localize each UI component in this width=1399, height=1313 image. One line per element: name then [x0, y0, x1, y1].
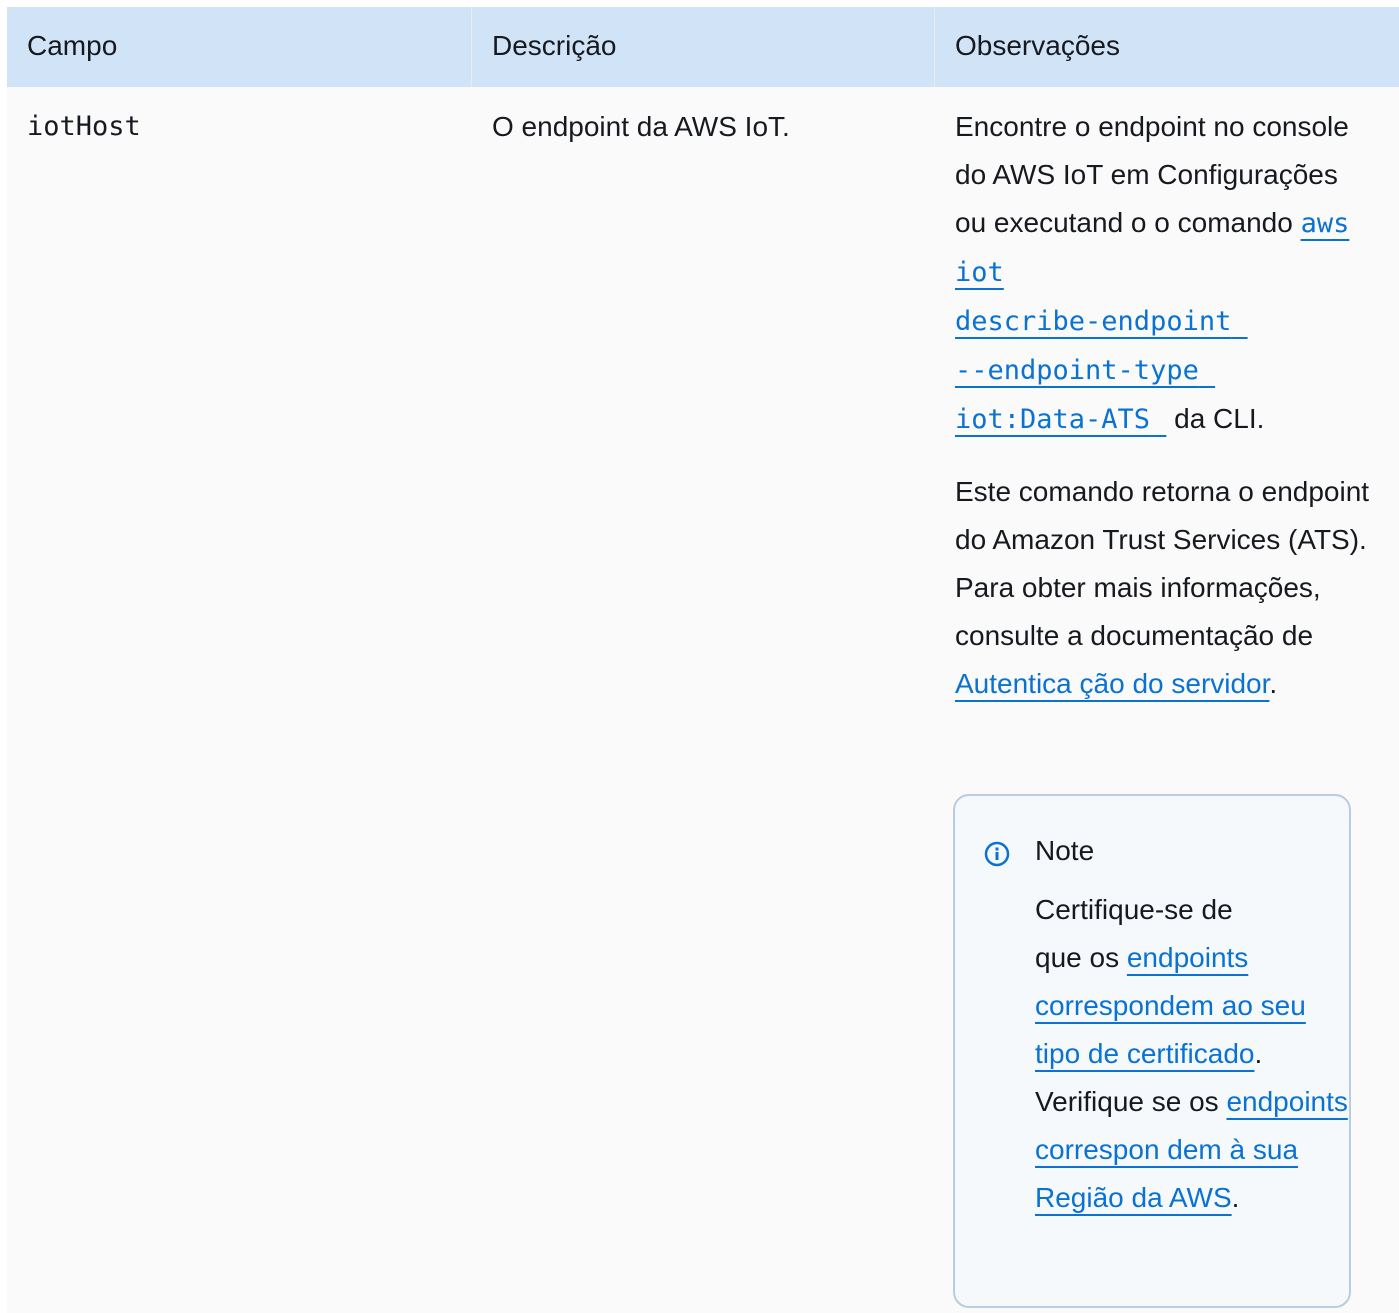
- column-divider: [934, 7, 935, 87]
- header-notes: Observações: [955, 30, 1120, 61]
- notes-p1-prefix: Encontre o endpoint no console do AWS Io…: [955, 111, 1349, 238]
- notes-paragraph-1: Encontre o endpoint no console do AWS Io…: [955, 103, 1375, 444]
- note-end-text: .: [1231, 1182, 1240, 1213]
- notes-paragraph-2: Este comando retorna o endpoint do Amazo…: [955, 468, 1375, 708]
- note-title: Note: [1035, 835, 1095, 866]
- notes-cell: Encontre o endpoint no console do AWS Io…: [955, 103, 1375, 708]
- notes-p2-prefix: Este comando retorna o endpoint do Amazo…: [955, 476, 1370, 651]
- note-callout: Note Certifique-se de que os endpoints c…: [953, 794, 1351, 1308]
- cli-command-link[interactable]: aws iot describe-endpoint --endpoint-type…: [955, 208, 1349, 435]
- field-name-cell: iotHost: [27, 111, 141, 142]
- notes-p2-suffix: .: [1269, 668, 1278, 699]
- info-icon: [984, 841, 1010, 867]
- parameters-table: Campo Descrição Observações iotHost O en…: [7, 7, 1399, 1313]
- header-field: Campo: [27, 30, 118, 61]
- note-line-2-prefix: que os: [1035, 942, 1127, 973]
- table-header-row: Campo Descrição Observações: [7, 7, 1399, 87]
- note-body: Certifique-se de que os endpoints corres…: [1035, 886, 1353, 1222]
- description-cell: O endpoint da AWS IoT.: [492, 111, 790, 142]
- notes-p1-suffix: da CLI.: [1166, 403, 1265, 434]
- note-line-1: Certifique-se de: [1035, 894, 1233, 925]
- header-description: Descrição: [492, 30, 617, 61]
- column-divider: [471, 7, 472, 87]
- server-auth-link[interactable]: Autentica ção do servidor: [955, 668, 1269, 699]
